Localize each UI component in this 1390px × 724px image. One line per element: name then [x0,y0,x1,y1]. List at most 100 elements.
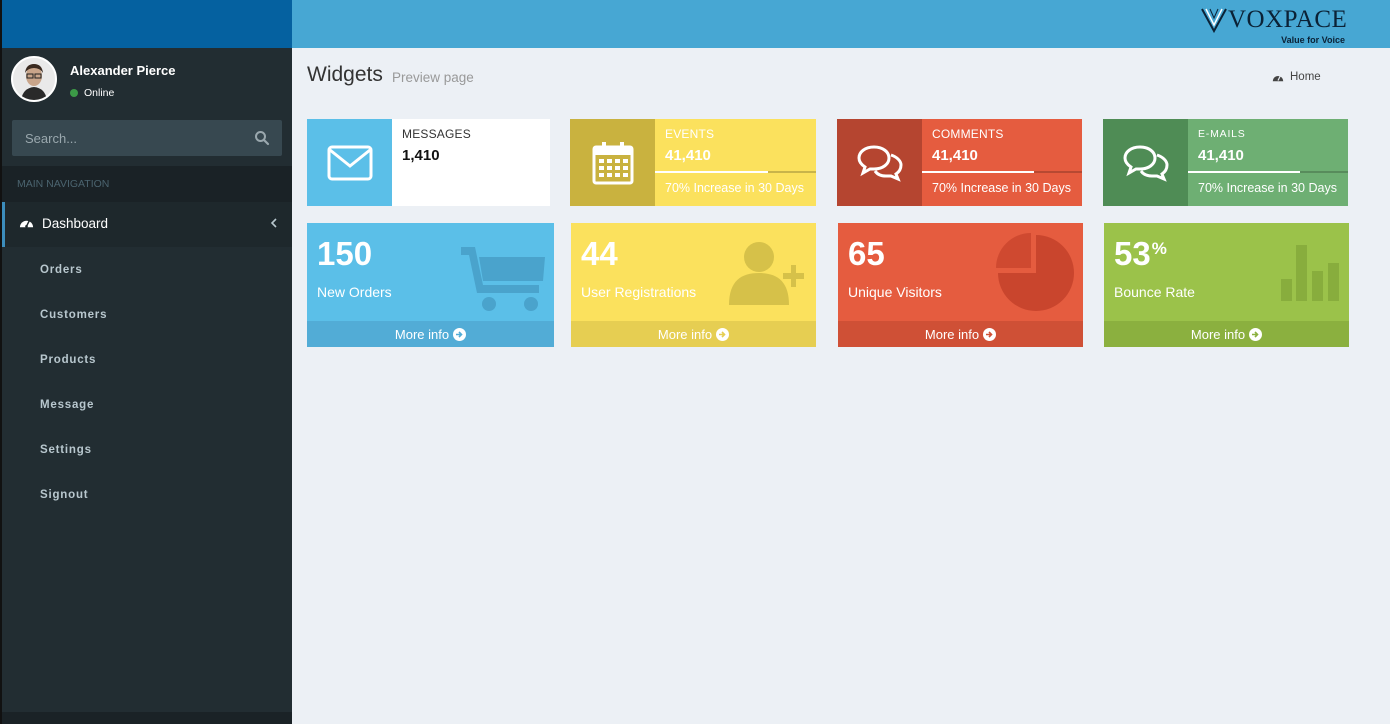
small-box-suffix: % [1151,239,1167,258]
comments-icon [1122,144,1169,182]
small-box-value: 44 [581,235,618,273]
info-box-content: COMMENTS 41,410 70% Increase in 30 Days [922,119,1082,206]
info-box-content: EVENTS 41,410 70% Increase in 30 Days [655,119,816,206]
comments-icon [856,144,903,182]
bar-chart-icon [1281,245,1339,301]
sidebar-search [12,120,282,156]
sidebar-item-message[interactable]: Message [40,399,94,411]
progress-bar [922,171,1082,173]
info-box-icon [837,119,922,206]
small-box-value: 53% [1114,235,1167,273]
more-info-label: More info [924,326,980,342]
page-title: Widgets [307,63,383,86]
small-box-number: 44 [581,235,618,272]
nav-section-header: MAIN NAVIGATION [2,166,292,202]
avatar[interactable] [11,56,57,102]
sidebar-item-orders[interactable]: Orders [40,264,83,276]
info-box-label: EVENTS [665,127,715,141]
info-box-content: E-MAILS 41,410 70% Increase in 30 Days [1188,119,1348,206]
small-box-unique-visitors: 65 Unique Visitors More info [838,223,1083,347]
small-box-label: New Orders [317,284,392,300]
more-info-link[interactable]: More info [571,321,816,347]
sidebar-footer [2,712,292,724]
arrow-circle-right-icon [453,327,467,341]
user-status-label: Online [84,87,115,99]
user-name: Alexander Pierce [70,63,176,78]
small-box-number: 53 [1114,235,1151,272]
cart-icon [461,247,545,311]
progress-bar [1188,171,1348,173]
search-icon[interactable] [254,130,270,146]
info-box-label: COMMENTS [932,127,1004,141]
progress-description: 70% Increase in 30 Days [1198,181,1337,195]
brand-logo[interactable]: VOXPACE Value for Voice [1200,4,1350,46]
user-status: Online [70,87,114,99]
info-box-icon [307,119,392,206]
sidebar-brand-bar [2,0,292,48]
progress-bar [655,171,816,173]
small-box-label: Unique Visitors [848,284,942,300]
more-info-link[interactable]: More info [1104,321,1349,347]
small-box-number: 150 [317,235,373,272]
arrow-circle-right-icon [983,327,997,341]
sidebar-item-label: Dashboard [42,216,109,231]
small-box-value: 65 [848,235,885,273]
top-navbar: VOXPACE Value for Voice [292,0,1390,48]
info-box-icon [1103,119,1188,206]
info-box-label: MESSAGES [402,127,471,141]
arrow-circle-right-icon [1249,327,1263,341]
small-box-value: 150 [317,235,372,273]
chevron-left-icon[interactable] [270,217,278,229]
info-box-content: MESSAGES 1,410 [392,119,550,206]
more-info-label: More info [1190,326,1246,342]
info-box-messages: MESSAGES 1,410 [307,119,550,206]
dashboard-icon [1272,75,1284,81]
small-box-label: Bounce Rate [1114,284,1195,300]
info-box-number: 41,410 [932,147,978,164]
progress-fill [1188,171,1300,173]
info-box-number: 41,410 [1198,147,1244,164]
logo-text: VOXPACE [1228,6,1348,33]
progress-description: 70% Increase in 30 Days [665,181,804,195]
info-box-label: E-MAILS [1198,128,1246,140]
info-box-emails: E-MAILS 41,410 70% Increase in 30 Days [1103,119,1348,206]
sidebar: Alexander Pierce Online MAIN NAVIGATION … [2,48,292,724]
calendar-icon [592,141,633,184]
pie-chart-icon [996,233,1074,311]
logo-tagline: Value for Voice [1281,35,1345,45]
info-box-number: 1,410 [402,147,440,164]
sidebar-item-settings[interactable]: Settings [40,444,92,456]
breadcrumb-home[interactable]: Home [1290,71,1321,83]
more-info-link[interactable]: More info [307,321,554,347]
progress-description: 70% Increase in 30 Days [932,181,1071,195]
small-box-label: User Registrations [581,284,697,300]
sidebar-item-dashboard[interactable]: Dashboard [2,202,292,247]
more-info-link[interactable]: More info [838,321,1083,347]
info-box-events: EVENTS 41,410 70% Increase in 30 Days [570,119,816,206]
envelope-icon [327,145,372,180]
info-box-icon [570,119,655,206]
user-panel: Alexander Pierce Online [2,48,292,112]
info-box-comments: COMMENTS 41,410 70% Increase in 30 Days [837,119,1082,206]
small-box-new-orders: 150 New Orders More info [307,223,554,347]
user-add-icon [729,242,804,305]
progress-fill [922,171,1034,173]
info-box-number: 41,410 [665,147,711,164]
sidebar-item-customers[interactable]: Customers [40,309,107,321]
small-box-number: 65 [848,235,885,272]
page-subtitle: Preview page [392,70,474,85]
progress-fill [655,171,768,173]
logo-mark-icon [1201,8,1227,33]
search-input[interactable] [12,120,242,156]
online-status-icon [70,89,78,97]
avatar-portrait-icon [13,58,55,100]
small-box-user-registrations: 44 User Registrations More info [571,223,816,347]
small-box-bounce-rate: 53% Bounce Rate More info [1104,223,1349,347]
breadcrumb[interactable]: Home [1272,71,1321,83]
dashboard-icon [19,220,34,228]
sidebar-item-products[interactable]: Products [40,354,96,366]
arrow-circle-right-icon [716,327,730,341]
more-info-label: More info [657,326,713,342]
more-info-label: More info [394,326,450,342]
sidebar-item-signout[interactable]: Signout [40,489,88,501]
